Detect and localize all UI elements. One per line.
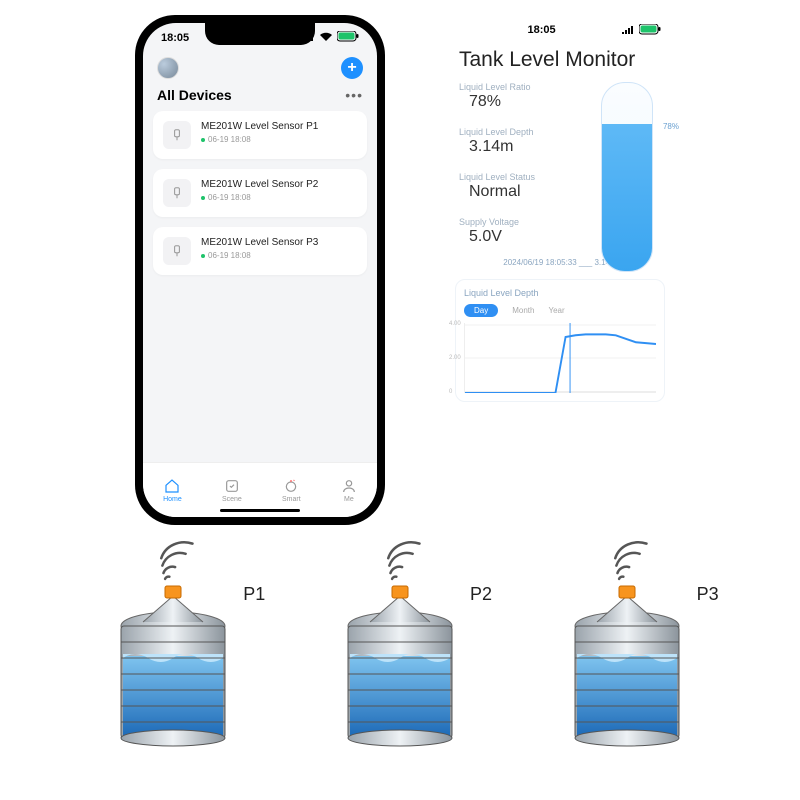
metric-label: Liquid Level Ratio bbox=[459, 82, 579, 92]
status-time: 18:05 bbox=[527, 24, 555, 38]
tab-label: Home bbox=[163, 496, 182, 503]
device-row[interactable]: ME201W Level Sensor P3 06-19 18:08 bbox=[153, 227, 367, 275]
detail-status-bar: . 18:05 bbox=[445, 18, 675, 38]
device-timestamp: 06-19 18:08 bbox=[208, 193, 251, 202]
battery-icon bbox=[337, 31, 359, 45]
more-icon[interactable]: ••• bbox=[345, 87, 363, 103]
chart-title: Liquid Level Depth bbox=[464, 288, 656, 298]
device-name: ME201W Level Sensor bbox=[201, 121, 303, 132]
metric-value-depth: 3.14m bbox=[469, 138, 579, 156]
online-dot-icon bbox=[201, 196, 205, 200]
device-timestamp: 06-19 18:08 bbox=[208, 251, 251, 260]
device-tag: P3 bbox=[306, 237, 318, 248]
online-dot-icon bbox=[201, 138, 205, 142]
device-name: ME201W Level Sensor bbox=[201, 237, 303, 248]
tank-label: P3 bbox=[697, 584, 719, 605]
phone-mockup: 18:05 + All Devices ••• bbox=[135, 15, 385, 525]
add-device-button[interactable]: + bbox=[341, 57, 363, 79]
water-tank-icon bbox=[103, 578, 243, 748]
time-segment: Day Month Year bbox=[464, 304, 656, 317]
tab-label: Smart bbox=[282, 496, 301, 503]
device-row[interactable]: ME201W Level Sensor P2 06-19 18:08 bbox=[153, 169, 367, 217]
tab-me[interactable]: Me bbox=[341, 478, 357, 503]
device-tag: P2 bbox=[306, 179, 318, 190]
chart-card: Liquid Level Depth Day Month Year 4.00 2… bbox=[455, 279, 665, 402]
water-tank-icon bbox=[330, 578, 470, 748]
metric-value-voltage: 5.0V bbox=[469, 228, 579, 246]
detail-screen: . 18:05 Tank Level Monitor Liquid Level … bbox=[445, 18, 675, 518]
line-chart: 4.00 2.00 0 bbox=[464, 323, 656, 393]
metric-value-status: Normal bbox=[469, 183, 579, 201]
tab-label: Me bbox=[344, 496, 354, 503]
tank-label: P2 bbox=[470, 584, 492, 605]
tab-label: Scene bbox=[222, 496, 242, 503]
avatar[interactable] bbox=[157, 57, 179, 79]
wifi-icon bbox=[319, 32, 333, 45]
tab-scene[interactable]: Scene bbox=[222, 478, 242, 503]
device-row[interactable]: ME201W Level Sensor P1 06-19 18:08 bbox=[153, 111, 367, 159]
wireless-icon bbox=[604, 540, 660, 582]
tank-percent-label: 78% bbox=[663, 122, 679, 131]
tank-unit: P2 bbox=[330, 540, 470, 748]
tank-gauge: 78% bbox=[601, 82, 653, 272]
tank-fill bbox=[602, 124, 652, 271]
sensor-icon bbox=[163, 121, 191, 149]
metric-label: Liquid Level Status bbox=[459, 172, 579, 182]
metric-value-ratio: 78% bbox=[469, 93, 579, 111]
tank-unit: P1 bbox=[103, 540, 243, 748]
device-tag: P1 bbox=[306, 121, 318, 132]
segment-year[interactable]: Year bbox=[548, 306, 564, 315]
wireless-icon bbox=[150, 540, 206, 582]
sensor-icon bbox=[163, 237, 191, 265]
status-time: 18:05 bbox=[161, 32, 189, 44]
online-dot-icon bbox=[201, 254, 205, 258]
tab-home[interactable]: Home bbox=[163, 478, 182, 503]
phone-notch bbox=[205, 23, 315, 45]
detail-title: Tank Level Monitor bbox=[445, 38, 675, 78]
device-timestamp: 06-19 18:08 bbox=[208, 135, 251, 144]
segment-day[interactable]: Day bbox=[464, 304, 498, 317]
metric-label: Supply Voltage bbox=[459, 217, 579, 227]
metric-label: Liquid Level Depth bbox=[459, 127, 579, 137]
wireless-icon bbox=[377, 540, 433, 582]
battery-icon bbox=[639, 24, 661, 38]
tab-smart[interactable]: Smart bbox=[282, 478, 301, 503]
device-list: ME201W Level Sensor P1 06-19 18:08 ME201… bbox=[143, 111, 377, 275]
app-header: + bbox=[143, 45, 377, 85]
tank-diagram-row: P1 P2 P3 bbox=[0, 540, 800, 748]
segment-month[interactable]: Month bbox=[512, 306, 534, 315]
home-indicator bbox=[220, 509, 300, 512]
tank-label: P1 bbox=[243, 584, 265, 605]
signal-icon bbox=[621, 25, 635, 38]
water-tank-icon bbox=[557, 578, 697, 748]
device-name: ME201W Level Sensor bbox=[201, 179, 303, 190]
sensor-icon bbox=[163, 179, 191, 207]
tank-unit: P3 bbox=[557, 540, 697, 748]
phone-screen: 18:05 + All Devices ••• bbox=[143, 23, 377, 517]
page-title: All Devices bbox=[157, 87, 232, 103]
